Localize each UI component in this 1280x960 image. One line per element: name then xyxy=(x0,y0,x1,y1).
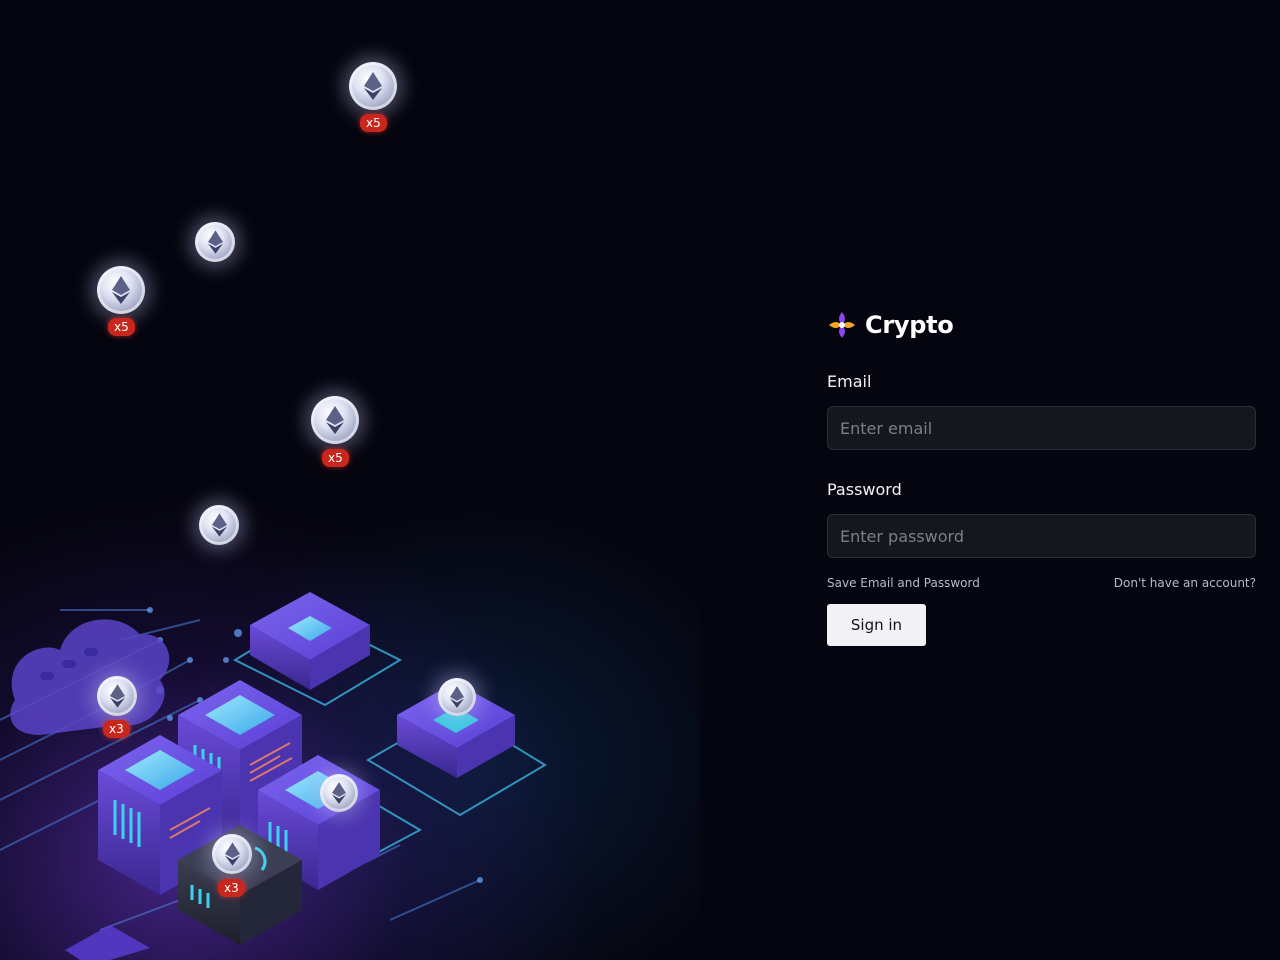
server-box-back xyxy=(250,592,370,690)
ethereum-coin-icon xyxy=(195,222,235,262)
login-options-row: Save Email and Password Don't have an ac… xyxy=(827,576,1256,590)
ethereum-coin-icon xyxy=(97,676,137,716)
flower-logo-icon xyxy=(829,312,855,338)
signup-link[interactable]: Don't have an account? xyxy=(1114,576,1256,590)
ethereum-coin-icon xyxy=(320,774,358,812)
multiplier-badge: x3 xyxy=(218,879,245,897)
hero-illustration: x5 x5 x5 x3 x3 xyxy=(0,0,700,960)
ethereum-coin-icon xyxy=(438,678,476,716)
server-scene xyxy=(0,592,547,960)
brand-name: Crypto xyxy=(865,311,954,339)
cloud-shape xyxy=(10,619,170,735)
multiplier-badge: x3 xyxy=(103,720,130,738)
email-field[interactable] xyxy=(827,406,1256,450)
email-label: Email xyxy=(827,372,872,391)
password-label: Password xyxy=(827,480,902,499)
ethereum-coin-icon xyxy=(199,505,239,545)
multiplier-badge: x5 xyxy=(360,114,387,132)
login-panel: Crypto Email Password Save Email and Pas… xyxy=(827,306,1256,646)
ethereum-coin-icon xyxy=(311,396,359,444)
floor-tile xyxy=(65,925,150,960)
ethereum-coin-icon xyxy=(349,62,397,110)
sign-in-button[interactable]: Sign in xyxy=(827,604,926,646)
password-field[interactable] xyxy=(827,514,1256,558)
multiplier-badge: x5 xyxy=(322,449,349,467)
multiplier-badge: x5 xyxy=(108,318,135,336)
save-credentials-toggle[interactable]: Save Email and Password xyxy=(827,576,980,590)
ethereum-coin-icon xyxy=(212,834,252,874)
ethereum-coin-icon xyxy=(97,266,145,314)
brand-header: Crypto xyxy=(827,306,1256,344)
